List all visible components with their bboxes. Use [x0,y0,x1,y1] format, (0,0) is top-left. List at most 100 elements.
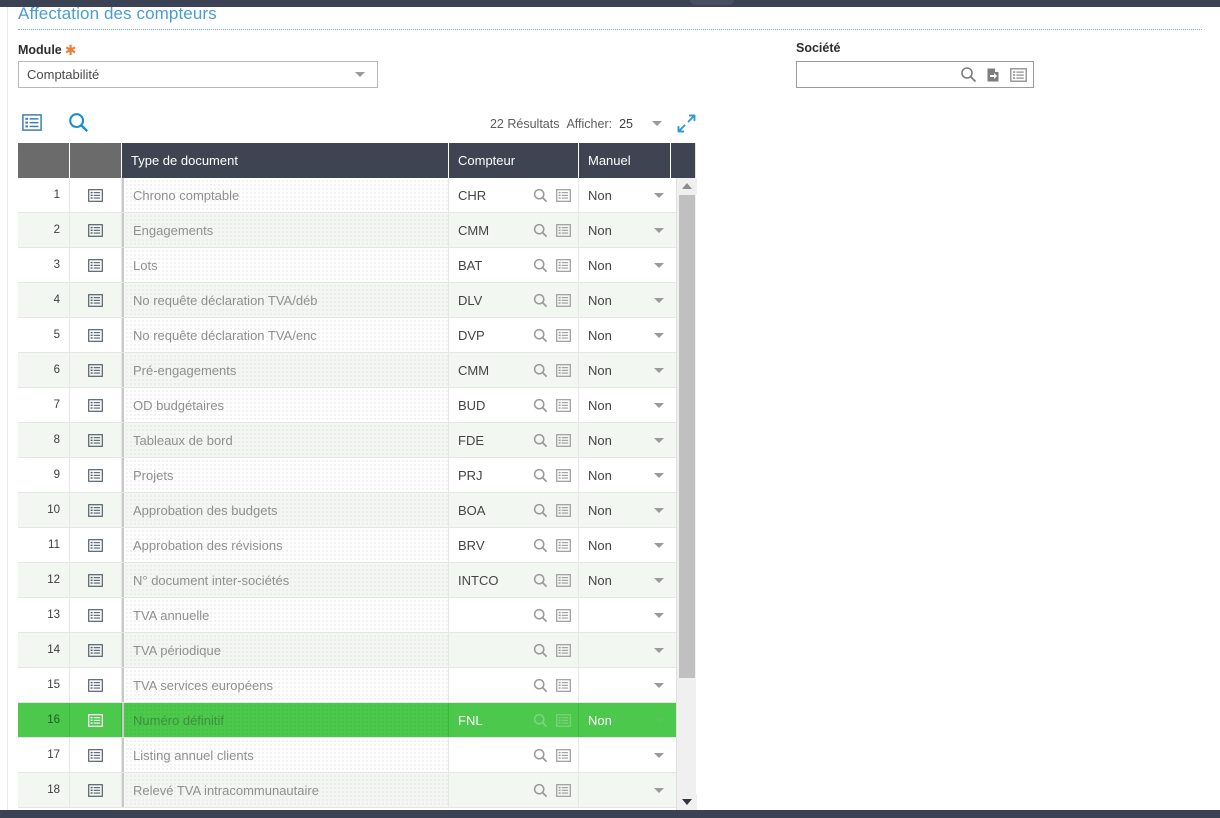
search-icon[interactable] [533,713,548,728]
search-icon[interactable] [533,433,548,448]
detail-list-icon[interactable] [556,433,571,447]
chevron-down-icon[interactable] [654,752,664,758]
table-row[interactable]: 17 Listing annuel clients [18,738,696,773]
table-row[interactable]: 11 Approbation des révisions BRV Non [18,528,696,563]
search-icon[interactable] [533,293,548,308]
societe-field[interactable] [796,61,1034,88]
column-header-rowicon[interactable] [70,143,122,178]
detail-list-icon[interactable] [88,433,103,447]
chevron-down-icon[interactable] [654,647,664,653]
search-icon[interactable] [533,258,548,273]
chevron-down-icon[interactable] [654,332,664,338]
table-row[interactable]: 18 Relevé TVA intracommunautaire [18,773,696,808]
column-header-type[interactable]: Type de document [122,143,449,178]
search-icon[interactable] [533,223,548,238]
search-icon[interactable] [533,398,548,413]
chevron-down-icon[interactable] [654,542,664,548]
row-detail-button[interactable] [70,773,122,807]
table-row[interactable]: 6 Pré-engagements CMM Non [18,353,696,388]
cell-type-de-document[interactable]: TVA périodique [122,633,449,667]
detail-list-icon[interactable] [88,538,103,552]
row-detail-button[interactable] [70,283,122,317]
chevron-down-icon[interactable] [654,367,664,373]
detail-list-icon[interactable] [556,538,571,552]
cell-compteur[interactable]: DVP [449,318,579,352]
search-icon[interactable] [533,538,548,553]
detail-list-icon[interactable] [556,573,571,587]
cell-compteur[interactable] [449,598,579,632]
detail-list-icon[interactable] [556,293,571,307]
cell-type-de-document[interactable]: OD budgétaires [122,388,449,422]
row-detail-button[interactable] [70,528,122,562]
cell-manuel[interactable]: Non [579,458,671,492]
row-detail-button[interactable] [70,493,122,527]
cell-manuel[interactable] [579,668,671,702]
cell-compteur[interactable]: BOA [449,493,579,527]
open-record-icon[interactable] [986,67,1001,83]
detail-list-icon[interactable] [88,643,103,657]
detail-list-icon[interactable] [556,258,571,272]
detail-list-icon[interactable] [556,748,571,762]
row-detail-button[interactable] [70,388,122,422]
cell-manuel[interactable]: Non [579,528,671,562]
row-detail-button[interactable] [70,633,122,667]
cell-type-de-document[interactable]: No requête déclaration TVA/enc [122,318,449,352]
detail-list-icon[interactable] [22,114,42,131]
cell-manuel[interactable] [579,773,671,807]
detail-list-icon[interactable] [88,678,103,692]
table-row[interactable]: 14 TVA périodique [18,633,696,668]
chevron-down-icon[interactable] [654,787,664,793]
cell-type-de-document[interactable]: Lots [122,248,449,282]
table-row[interactable]: 3 Lots BAT Non [18,248,696,283]
detail-list-icon[interactable] [556,713,571,727]
search-icon[interactable] [533,783,548,798]
cell-manuel[interactable] [579,738,671,772]
chevron-down-icon[interactable] [355,72,365,77]
chevron-down-icon[interactable] [654,577,664,583]
cell-compteur[interactable]: CHR [449,178,579,212]
column-header-rownum[interactable] [18,143,70,178]
detail-list-icon[interactable] [88,328,103,342]
cell-manuel[interactable] [579,598,671,632]
cell-type-de-document[interactable]: Relevé TVA intracommunautaire [122,773,449,807]
row-detail-button[interactable] [70,668,122,702]
search-icon[interactable] [533,643,548,658]
cell-type-de-document[interactable]: Approbation des budgets [122,493,449,527]
search-icon[interactable] [960,66,977,83]
expand-diagonal-icon[interactable] [677,114,696,133]
chevron-down-icon[interactable] [654,682,664,688]
table-row[interactable]: 4 No requête déclaration TVA/déb DLV Non [18,283,696,318]
cell-manuel[interactable]: Non [579,318,671,352]
cell-compteur[interactable]: BAT [449,248,579,282]
detail-list-icon[interactable] [556,223,571,237]
chevron-down-icon[interactable] [654,472,664,478]
detail-list-icon[interactable] [88,398,103,412]
cell-type-de-document[interactable]: Projets [122,458,449,492]
table-row[interactable]: 5 No requête déclaration TVA/enc DVP Non [18,318,696,353]
chevron-down-icon[interactable] [654,192,664,198]
detail-list-icon[interactable] [556,363,571,377]
cell-type-de-document[interactable]: Chrono comptable [122,178,449,212]
detail-list-icon[interactable] [88,608,103,622]
detail-list-icon[interactable] [88,783,103,797]
chevron-down-icon[interactable] [654,507,664,513]
search-icon[interactable] [533,573,548,588]
cell-compteur[interactable]: BRV [449,528,579,562]
detail-list-icon[interactable] [556,503,571,517]
detail-list-icon[interactable] [88,223,103,237]
table-row[interactable]: 9 Projets PRJ Non [18,458,696,493]
module-select[interactable]: Comptabilité [18,61,378,88]
search-icon[interactable] [533,503,548,518]
cell-compteur[interactable]: BUD [449,388,579,422]
page-size-value[interactable]: 25 [619,117,633,131]
chevron-down-icon[interactable] [654,612,664,618]
cell-compteur[interactable] [449,773,579,807]
detail-list-icon[interactable] [556,188,571,202]
search-icon[interactable] [533,608,548,623]
detail-list-icon[interactable] [88,258,103,272]
table-row[interactable]: 15 TVA services européens [18,668,696,703]
cell-compteur[interactable]: INTCO [449,563,579,597]
row-detail-button[interactable] [70,738,122,772]
chevron-down-icon[interactable] [654,402,664,408]
table-row[interactable]: 10 Approbation des budgets BOA Non [18,493,696,528]
